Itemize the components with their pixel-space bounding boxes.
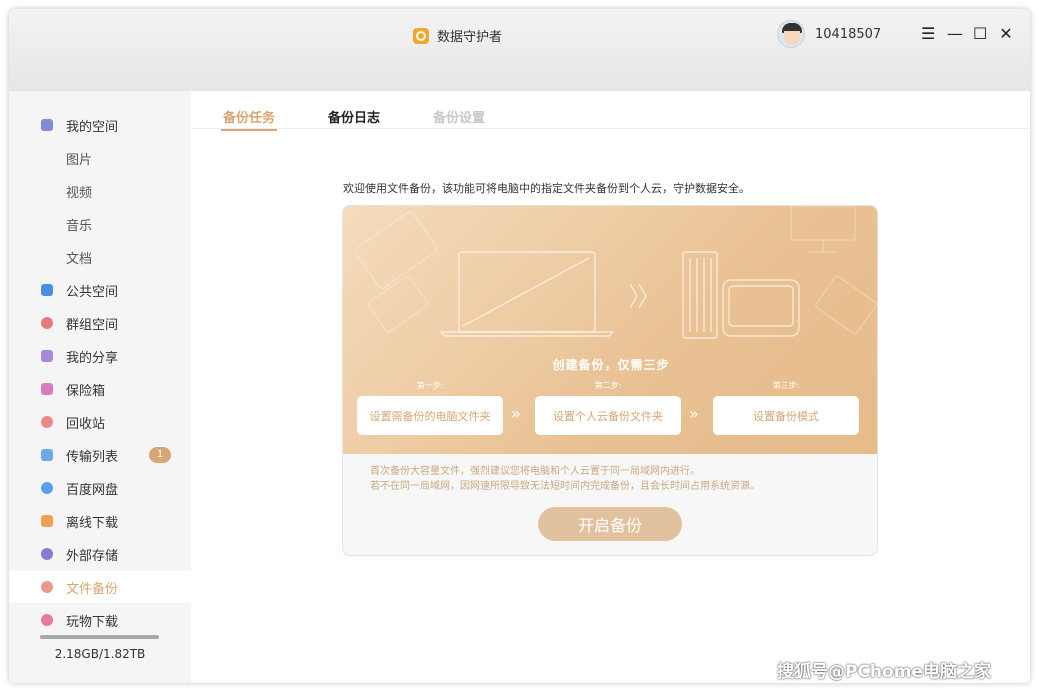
my-space-icon [41,119,53,131]
sidebar-item-recycle-bin[interactable]: 回收站 [9,406,191,438]
step-arrow-icon: » [511,404,521,423]
sidebar-item-safe[interactable]: 保险箱 [9,373,191,405]
app-title-group: 数据守护者 [413,26,502,45]
app-title: 数据守护者 [437,30,503,45]
sidebar-item-my-space[interactable]: 我的空间 [9,109,191,141]
sidebar-item-label: 图片 [66,152,93,168]
watermark: 搜狐号@PChome电脑之家 [777,662,991,682]
sidebar-item-documents[interactable]: 文档 [9,241,191,273]
paper-plane-icon [41,284,53,296]
maximize-icon[interactable]: ☐ [973,25,987,43]
sidebar-item-group-space[interactable]: 群组空间 [9,307,191,339]
app-logo-icon [413,27,429,44]
backup-icon [41,581,53,593]
sidebar-item-label: 回收站 [66,416,106,432]
user-id: 10418507 [815,26,882,42]
sidebar-item-label: 公共空间 [66,284,119,300]
sidebar-item-label: 离线下载 [66,515,119,531]
close-icon[interactable]: ✕ [999,25,1013,43]
window-controls: ☰ — ☐ ✕ [921,25,1013,43]
backup-card: 创建备份，仅需三步 第一步: 第二步: 第三步: 设置需备份的电脑文件夹 » 设… [342,205,878,556]
notice-line: 首次备份大容量文件，强烈建议您将电脑和个人云置于同一局域网内进行。 [370,466,700,477]
sidebar-item-label: 音乐 [66,218,93,234]
storage-usage-fill [40,635,159,639]
download-icon [41,515,53,527]
tab-backup-log[interactable]: 备份日志 [328,107,380,126]
steps-title: 创建备份，仅需三步 [552,358,670,372]
step-3-button[interactable]: 设置备份模式 [713,396,859,435]
sidebar-item-label: 我的空间 [66,119,119,135]
sidebar-item-label: 外部存储 [66,548,119,564]
sidebar-item-public-space[interactable]: 公共空间 [9,274,191,306]
sidebar-item-offline-download[interactable]: 离线下载 [9,505,191,537]
usb-icon [41,548,53,560]
sidebar-item-label: 玩物下载 [66,614,119,630]
menu-icon[interactable]: ☰ [921,25,935,43]
sidebar-item-my-share[interactable]: 我的分享 [9,340,191,372]
share-icon [41,350,53,362]
start-backup-button[interactable]: 开启备份 [538,507,682,541]
step-3-caption: 第三步: [772,381,800,390]
safe-icon [41,383,53,395]
sidebar-item-videos[interactable]: 视频 [9,175,191,207]
sidebar-item-label: 群组空间 [66,317,119,333]
step-2-button[interactable]: 设置个人云备份文件夹 [535,396,681,435]
main-panel: 备份任务 备份日志 备份设置 欢迎使用文件备份，该功能可将电脑中的指定文件夹备份… [191,91,1030,683]
sidebar-item-label: 保险箱 [66,383,106,399]
trash-icon [41,416,53,428]
sidebar-item-label: 文件备份 [66,581,119,597]
minimize-icon[interactable]: — [947,25,963,43]
backup-notice: 首次备份大容量文件，强烈建议您将电脑和个人云置于同一局域网内进行。 若不在同一局… [370,464,760,494]
wanwu-icon [41,614,53,626]
user-account[interactable]: 10418507 [777,20,881,48]
transfer-count-badge: 1 [149,447,171,463]
sidebar-item-pictures[interactable]: 图片 [9,142,191,174]
sidebar-item-external-storage[interactable]: 外部存储 [9,538,191,570]
sidebar-item-music[interactable]: 音乐 [9,208,191,240]
group-icon [41,317,53,329]
sidebar-item-wanwu-download[interactable]: 玩物下载 [9,604,191,636]
notice-line: 若不在同一局域网，因网速所限导致无法短时间内完成备份，且会长时间占用系统资源。 [370,481,760,492]
sidebar-item-label: 我的分享 [66,350,119,366]
intro-text: 欢迎使用文件备份，该功能可将电脑中的指定文件夹备份到个人云，守护数据安全。 [343,182,750,195]
title-bar: 数据守护者 10418507 ☰ — ☐ ✕ [9,9,1030,91]
step-1-caption: 第一步: [416,381,444,390]
avatar[interactable] [777,20,805,48]
tab-backup-tasks[interactable]: 备份任务 [220,107,278,131]
sidebar-item-label: 百度网盘 [66,482,119,498]
storage-usage-bar [40,635,159,639]
sidebar-item-label: 文档 [66,251,93,267]
step-2-caption: 第二步: [594,381,622,390]
backup-hero: 创建备份，仅需三步 第一步: 第二步: 第三步: 设置需备份的电脑文件夹 » 设… [343,206,877,454]
sidebar-item-file-backup[interactable]: 文件备份 [9,571,191,603]
sidebar-item-label: 视频 [66,185,93,201]
tab-bar: 备份任务 备份日志 备份设置 [191,91,1030,131]
app-window: 数据守护者 10418507 ☰ — ☐ ✕ 我的空间 图片 视频 音乐 文档 [9,9,1030,683]
tab-backup-settings: 备份设置 [433,111,486,126]
sidebar: 我的空间 图片 视频 音乐 文档 公共空间 群组空间 我的分享 保险箱 回收站 … [9,91,191,683]
step-1-button[interactable]: 设置需备份的电脑文件夹 [357,396,503,435]
transfer-icon [41,449,53,461]
sidebar-item-transfer-list[interactable]: 传输列表 1 [9,439,191,471]
sidebar-item-baidu-netdisk[interactable]: 百度网盘 [9,472,191,504]
sidebar-item-label: 传输列表 [66,449,119,465]
baidu-cloud-icon [41,482,53,494]
step-arrow-icon: » [689,404,699,423]
storage-usage-text: 2.18GB/1.82TB [54,647,146,661]
